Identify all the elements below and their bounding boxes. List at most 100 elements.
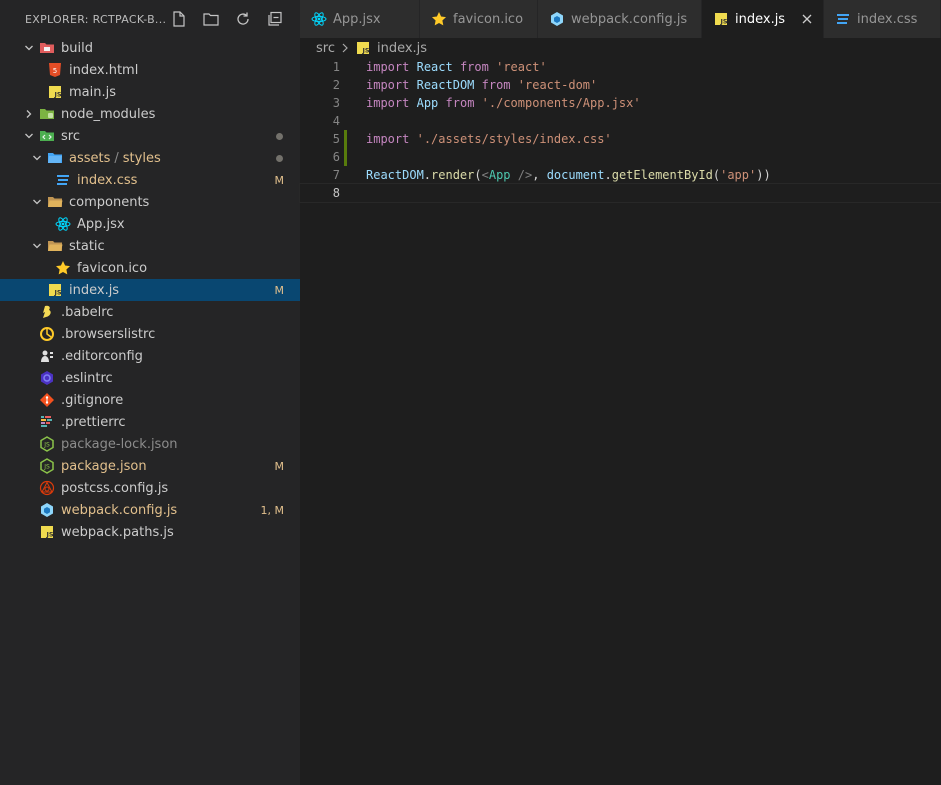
git-status-badge: M	[274, 283, 285, 297]
file-package-json[interactable]: JS package.json M	[0, 455, 300, 477]
code-line[interactable]: 2 import ReactDOM from 'react-dom'	[300, 76, 941, 94]
folder-red-icon	[39, 40, 55, 56]
code-token: .	[604, 168, 612, 182]
close-icon[interactable]	[799, 11, 815, 27]
tree-item-label: postcss.config.js	[61, 480, 169, 496]
file-browserslistrc[interactable]: .browserslistrc	[0, 323, 300, 345]
code-token: (	[474, 168, 482, 182]
file-package-lock-json[interactable]: JS package-lock.json	[0, 433, 300, 455]
postcss-icon	[39, 480, 55, 496]
modified-dot-icon	[276, 154, 283, 162]
file-babelrc[interactable]: .babelrc	[0, 301, 300, 323]
refresh-button[interactable]	[234, 10, 252, 28]
file-index-js[interactable]: JS index.js M	[0, 279, 300, 301]
eslint-icon	[39, 370, 55, 386]
file-gitignore[interactable]: .gitignore	[0, 389, 300, 411]
folder-src[interactable]: src	[0, 125, 300, 147]
new-file-button[interactable]	[170, 10, 188, 28]
code-token: render	[431, 168, 475, 182]
file-tree: build 5 index.html JS main.js node_modulessrc…	[0, 37, 300, 543]
folder-components[interactable]: components	[0, 191, 300, 213]
js-icon: JS	[47, 282, 63, 298]
code-text: import './assets/styles/index.css'	[366, 132, 612, 146]
breadcrumb-file[interactable]: index.js	[377, 41, 427, 56]
file-webpack-config-js[interactable]: webpack.config.js 1, M	[0, 499, 300, 521]
file-prettierrc[interactable]: .prettierrc	[0, 411, 300, 433]
line-number: 2	[332, 78, 340, 92]
tab-index-js[interactable]: JS index.js	[702, 0, 824, 38]
tree-item-label: .gitignore	[61, 392, 124, 408]
code-token: ))	[756, 168, 771, 182]
line-number: 6	[332, 150, 340, 164]
folder-assets[interactable]: assets / styles	[0, 147, 300, 169]
collapse-all-button[interactable]	[266, 10, 284, 28]
browserslist-icon	[39, 326, 55, 342]
file-index-css[interactable]: index.css M	[0, 169, 300, 191]
svg-text:JS: JS	[43, 464, 50, 471]
tree-item-label: src	[61, 128, 80, 144]
code-token: .	[423, 168, 432, 182]
file-eslintrc[interactable]: .eslintrc	[0, 367, 300, 389]
file-postcss-config-js[interactable]: postcss.config.js	[0, 477, 300, 499]
tab-label: index.css	[857, 11, 918, 27]
js-icon: JS	[713, 11, 729, 27]
react-icon	[55, 216, 71, 232]
file-index-html[interactable]: 5 index.html	[0, 59, 300, 81]
code-text: ReactDOM.render(<App />, document.getEle…	[366, 168, 771, 182]
svg-text:JS: JS	[53, 289, 61, 297]
line-number: 3	[332, 96, 340, 110]
file-app-jsx[interactable]: App.jsx	[0, 213, 300, 235]
star-icon	[431, 11, 447, 27]
code-token: ,	[532, 168, 547, 182]
tab-favicon-ico[interactable]: favicon.ico	[420, 0, 538, 38]
path-separator: /	[114, 150, 119, 166]
file-main-js[interactable]: JS main.js	[0, 81, 300, 103]
nodejs-icon: JS	[39, 436, 55, 452]
code-token: './assets/styles/index.css'	[416, 132, 612, 146]
line-number: 1	[332, 60, 340, 74]
tree-item-label: components	[69, 194, 150, 210]
file-editorconfig[interactable]: .editorconfig	[0, 345, 300, 367]
editor-tabs: App.jsx favicon.ico webpack.config.js JS ind…	[300, 0, 941, 38]
tab-label: webpack.config.js	[571, 11, 688, 27]
modified-dot-icon	[276, 132, 283, 140]
tree-item-label: build	[61, 40, 93, 56]
folder-build[interactable]: build	[0, 37, 300, 59]
svg-text:5: 5	[53, 67, 57, 75]
code-line[interactable]: 7 ReactDOM.render(<App />, document.getEl…	[300, 166, 941, 184]
tree-item-label: webpack.paths.js	[61, 524, 174, 540]
code-line[interactable]: 1 import React from 'react'	[300, 58, 941, 76]
code-line[interactable]: 8	[299, 183, 941, 203]
chevron-down-icon	[23, 130, 35, 142]
tree-item-label: assets	[69, 150, 111, 166]
svg-text:JS: JS	[45, 531, 53, 539]
code-line[interactable]: 6	[300, 148, 941, 166]
file-favicon-ico[interactable]: favicon.ico	[0, 257, 300, 279]
code-line[interactable]: 4	[300, 112, 941, 130]
code-token: />	[517, 168, 533, 182]
code-line[interactable]: 5 import './assets/styles/index.css'	[300, 130, 941, 148]
new-file-icon	[173, 11, 185, 27]
code-token: document	[546, 168, 605, 182]
file-webpack-paths-js[interactable]: JS webpack.paths.js	[0, 521, 300, 543]
code-token: ReactDOM	[416, 78, 475, 92]
tab-app-jsx[interactable]: App.jsx	[300, 0, 420, 38]
folder-node-modules[interactable]: node_modules	[0, 103, 300, 125]
code-editor[interactable]: 1 import React from 'react' 2 import ReactD…	[299, 58, 941, 785]
folder-static[interactable]: static	[0, 235, 300, 257]
code-line[interactable]: 3 import App from './components/App.jsx'	[300, 94, 941, 112]
code-token: import	[366, 132, 410, 146]
new-folder-button[interactable]	[202, 10, 220, 28]
tab-index-css[interactable]: index.css	[824, 0, 941, 38]
tab-webpack-config-js[interactable]: webpack.config.js	[538, 0, 702, 38]
code-text: import App from './components/App.jsx'	[366, 96, 641, 110]
code-token: <	[481, 168, 489, 182]
tree-item-label: index.js	[69, 282, 120, 298]
tree-item-label: .editorconfig	[61, 348, 143, 364]
breadcrumb-folder[interactable]: src	[316, 41, 335, 56]
star-icon	[55, 260, 71, 276]
